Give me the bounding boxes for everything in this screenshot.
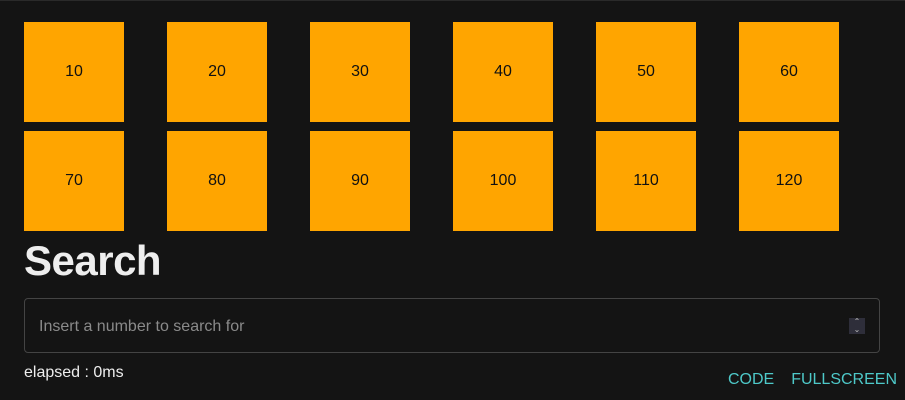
number-box: 120	[739, 131, 839, 231]
code-link[interactable]: CODE	[728, 371, 774, 389]
number-box: 100	[453, 131, 553, 231]
page-title: Search	[24, 237, 162, 284]
number-grid: 10 20 30 40 50 60 70 80 90 100 110 120	[24, 22, 839, 231]
number-box: 110	[596, 131, 696, 231]
number-box: 30	[310, 22, 410, 122]
number-box: 90	[310, 131, 410, 231]
elapsed-time: elapsed : 0ms	[24, 364, 124, 381]
fullscreen-link[interactable]: FULLSCREEN	[791, 371, 897, 389]
number-box: 60	[739, 22, 839, 122]
number-box: 50	[596, 22, 696, 122]
number-box: 10	[24, 22, 124, 122]
number-box: 70	[24, 131, 124, 231]
number-box: 40	[453, 22, 553, 122]
footer-links: CODE FULLSCREEN	[728, 371, 897, 389]
search-input[interactable]	[25, 299, 841, 354]
number-box: 20	[167, 22, 267, 122]
number-box: 80	[167, 131, 267, 231]
search-field[interactable]: ⌃⌄	[24, 298, 880, 354]
number-spinner-icon[interactable]: ⌃ ⌄	[849, 318, 865, 334]
